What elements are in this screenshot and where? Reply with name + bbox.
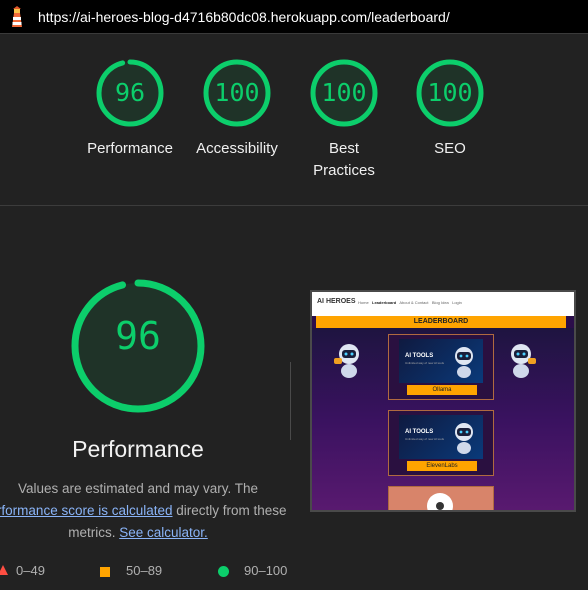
gauge-best-practices[interactable]: 100 Best Practices [284, 58, 404, 182]
thumb-banner: LEADERBOARD [316, 316, 566, 328]
thumb-navbar: AI HEROES Home Leaderboard About & Conta… [312, 292, 574, 316]
thumb-card-image: AI TOOLS Unlimited way of new AI tools [399, 339, 483, 383]
robot-icon [455, 347, 473, 378]
gauge-accessibility[interactable]: 100 Accessibility [177, 58, 297, 160]
thumb-card [388, 486, 494, 510]
thumb-card-button: Ollama [407, 385, 477, 395]
gauge-performance[interactable]: 96 Performance [70, 58, 190, 160]
thumb-nav-links: Home Leaderboard About & Contact Blog Id… [358, 300, 462, 305]
robot-icon [334, 344, 359, 378]
performance-description: Values are estimated and may vary. The e… [0, 478, 290, 544]
performance-score-link[interactable]: erformance score is calculated [0, 503, 173, 518]
vertical-divider [290, 362, 291, 440]
gauge-score: 96 [114, 78, 146, 107]
see-calculator-link[interactable]: See calculator. [119, 525, 208, 540]
gauge-label: SEO [434, 140, 466, 157]
performance-title: Performance [72, 436, 204, 462]
fail-triangle-icon [0, 565, 8, 575]
thumb-card-image: AI TOOLS Unlimited way of new AI tools [399, 415, 483, 459]
robot-icon [511, 344, 536, 378]
thumb-card: AI TOOLS Unlimited way of new AI tools O… [388, 334, 494, 400]
page-url[interactable]: https://ai-heroes-blog-d4716b80dc08.hero… [38, 9, 450, 25]
category-gauges: 96 Performance 100 Accessibility 100 Best Prac… [0, 34, 588, 205]
legend-fail: 0–49 [16, 563, 45, 578]
lighthouse-icon [12, 6, 22, 27]
gauge-score: 100 [427, 78, 473, 107]
thumb-card: AI TOOLS Unlimited way of new AI tools E… [388, 410, 494, 476]
divider [0, 205, 588, 206]
pass-circle-icon [218, 566, 229, 577]
gauge-label: Accessibility [196, 140, 278, 157]
gauge-score: 100 [321, 78, 367, 107]
average-square-icon [100, 567, 110, 577]
gauge-seo[interactable]: 100 SEO [390, 58, 510, 160]
gauge-score: 100 [214, 78, 260, 107]
robot-icon [455, 423, 473, 454]
gauge-label: Performance [87, 140, 173, 157]
gauge-label: Best Practices [313, 140, 375, 179]
page-screenshot-thumbnail[interactable]: AI HEROES Home Leaderboard About & Conta… [310, 290, 576, 512]
url-bar: https://ai-heroes-blog-d4716b80dc08.hero… [0, 0, 588, 34]
logo-icon [427, 493, 453, 510]
score-legend: 0–49 50–89 90–100 [0, 563, 588, 583]
thumb-site-logo: AI HEROES [317, 298, 356, 305]
performance-score: 96 [115, 314, 161, 358]
legend-average: 50–89 [126, 563, 163, 578]
legend-pass: 90–100 [244, 563, 288, 578]
thumb-card-button: ElevenLabs [407, 461, 477, 471]
